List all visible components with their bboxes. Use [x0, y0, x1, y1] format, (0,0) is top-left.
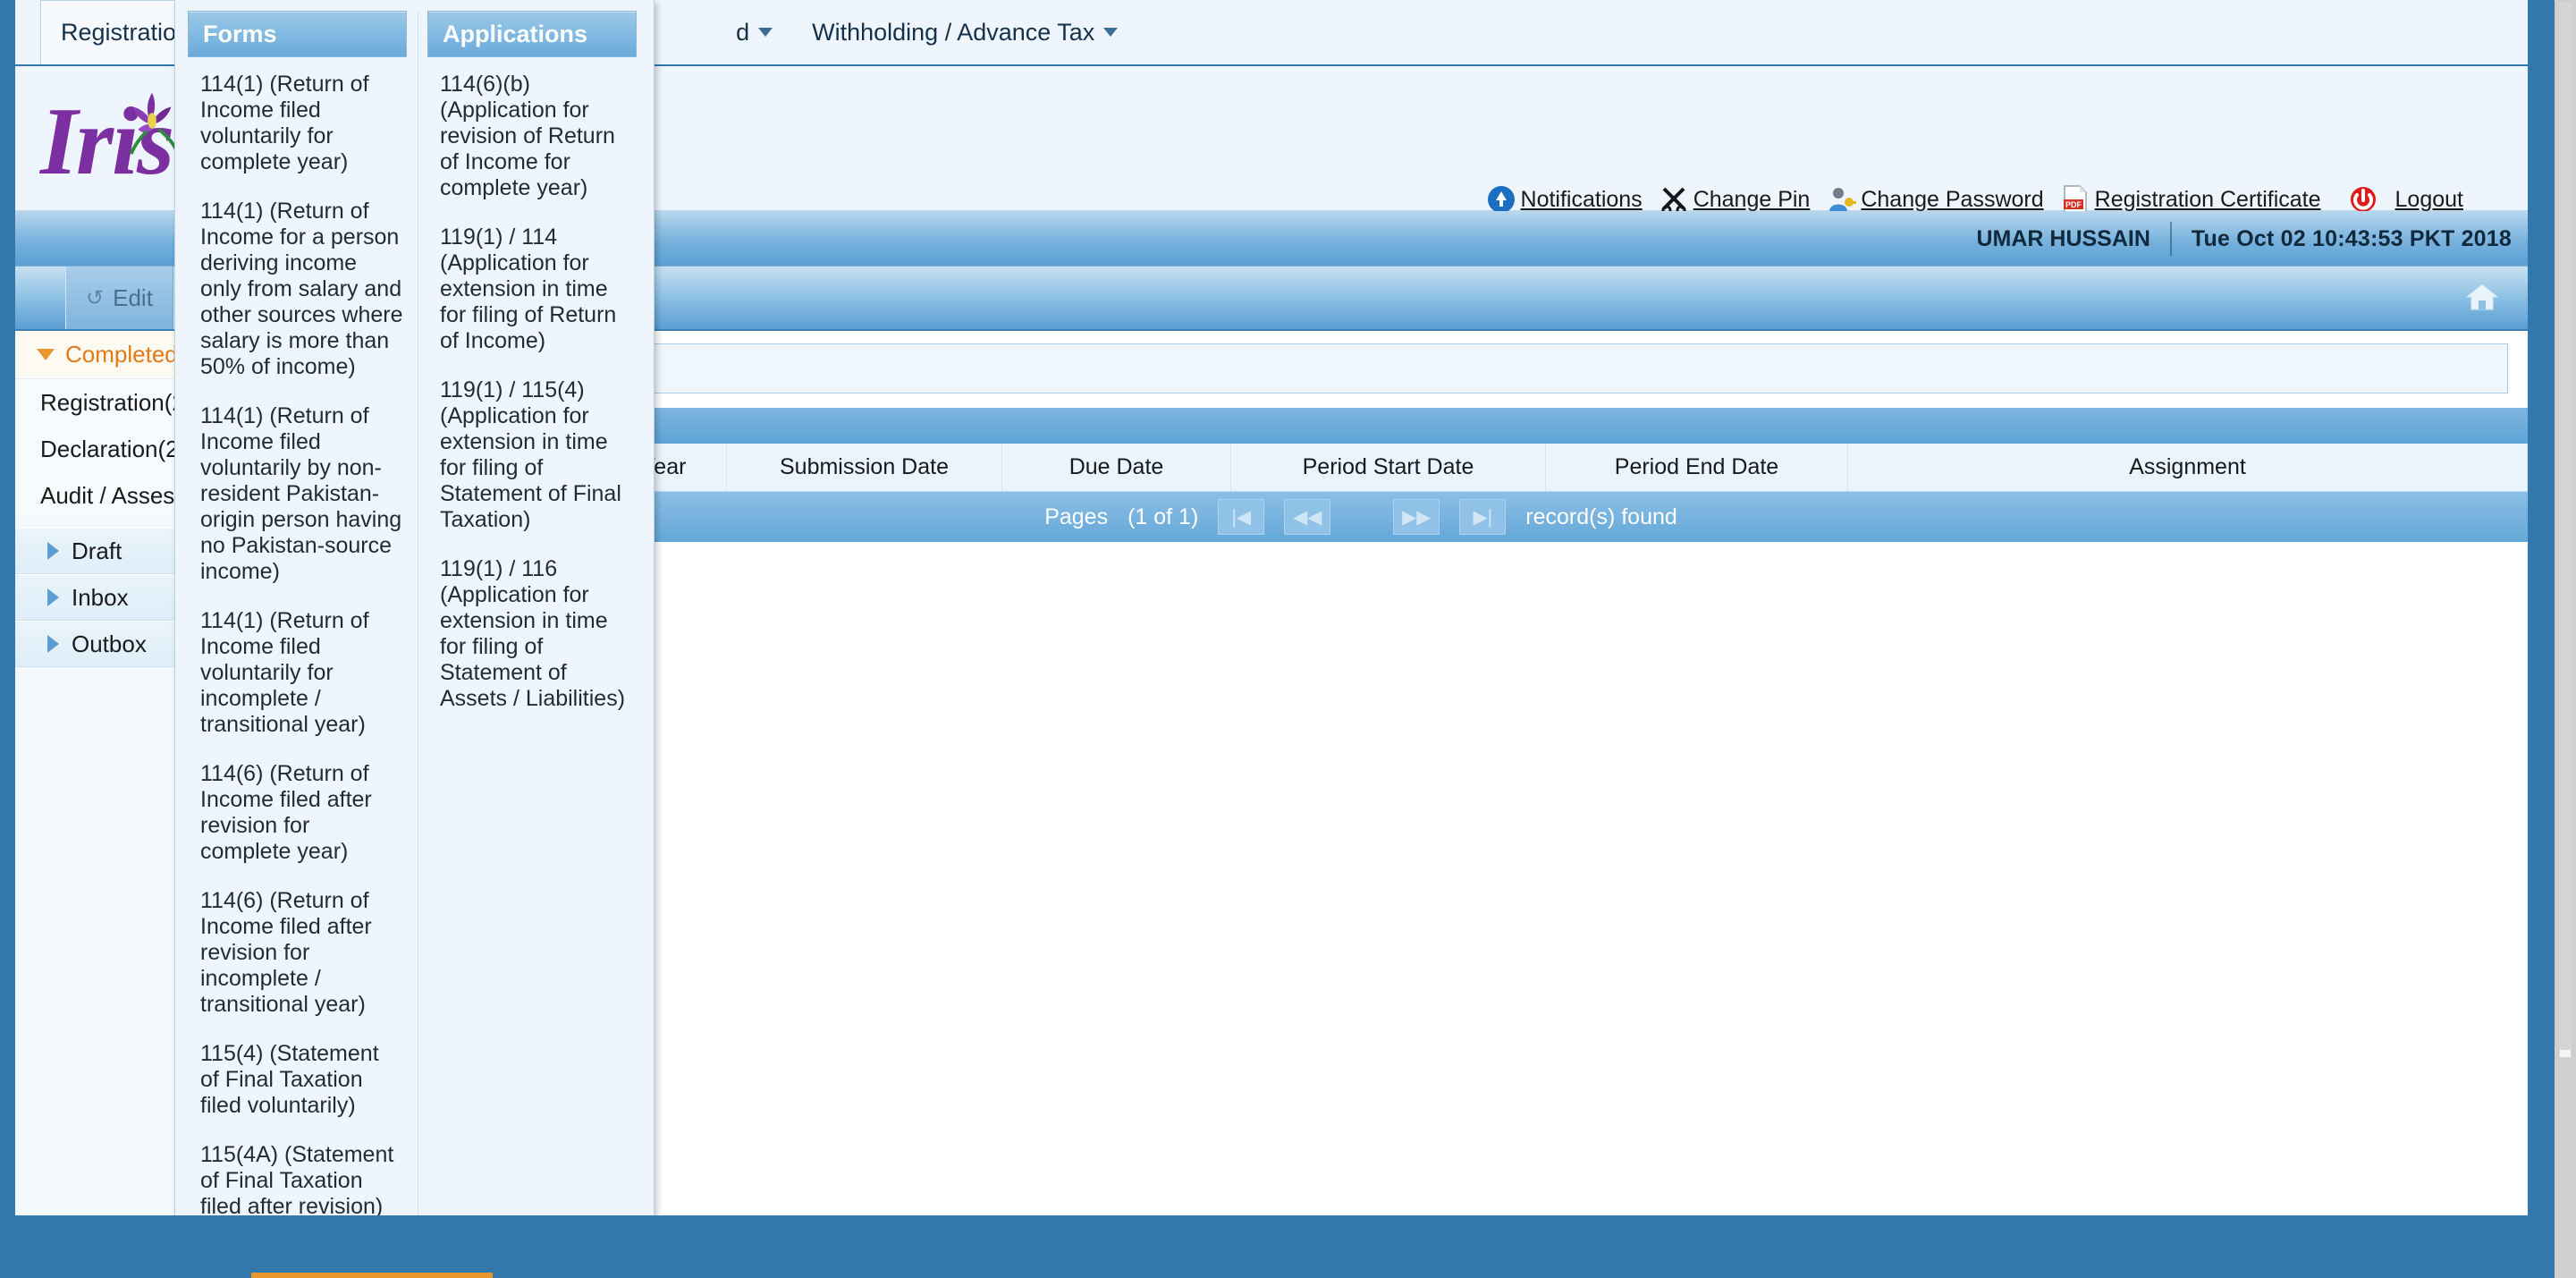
- sidebar-node-draft[interactable]: Draft: [15, 528, 193, 574]
- menu-link-form[interactable]: 114(1) (Return of Income filed voluntari…: [200, 608, 403, 738]
- registration-dropdown-menu: Forms 114(1) (Return of Income filed vol…: [174, 0, 655, 1215]
- pdf-icon: PDF: [2060, 184, 2090, 215]
- sidebar-item-label: Declaration(2): [40, 435, 187, 462]
- menu-item-registration-label: Registration: [61, 19, 190, 46]
- menu-link-form[interactable]: 114(1) (Return of Income filed voluntari…: [200, 72, 403, 175]
- scissors-icon: [1659, 184, 1689, 216]
- left-sidebar: Completed Ta Registration(2) Declaration…: [15, 331, 218, 1215]
- pager-page-of: (1 of 1): [1128, 504, 1199, 529]
- grid-col-assignment[interactable]: Assignment: [1848, 444, 2528, 491]
- menu-link-application[interactable]: 119(1) / 116 (Application for extension …: [440, 556, 633, 712]
- pager-prev-button[interactable]: ◀◀: [1284, 499, 1331, 535]
- user-name: UMAR HUSSAIN: [1976, 225, 2150, 251]
- window-left-frame: [0, 0, 15, 1278]
- grid-col-label: Submission Date: [780, 454, 949, 479]
- triangle-right-icon: [47, 635, 59, 653]
- footer-accent-bar: [251, 1273, 493, 1278]
- grid-col-submission-date[interactable]: Submission Date: [727, 444, 1002, 491]
- svg-text:PDF: PDF: [2065, 200, 2082, 209]
- app-window: Registration d Withholding / Advance Tax…: [15, 0, 2528, 1215]
- pager-records-found: record(s) found: [1525, 504, 1677, 529]
- pager-pages-label: Pages: [1044, 504, 1109, 529]
- menu-item-declaration[interactable]: d: [716, 0, 792, 64]
- chevron-down-icon: [1103, 28, 1119, 37]
- dropdown-forms-title: Forms: [188, 11, 407, 57]
- change-pin-label: Change Pin: [1693, 186, 1811, 212]
- page-scrollbar-thumb[interactable]: [2560, 4, 2571, 1050]
- sidebar-group-completed-tasks[interactable]: Completed Ta: [15, 331, 208, 379]
- menu-item-withholding[interactable]: Withholding / Advance Tax: [792, 0, 1137, 64]
- notifications-link[interactable]: Notifications: [1486, 184, 1643, 215]
- sidebar-item-label: Registration(2): [40, 388, 193, 416]
- grid-col-period-end-date[interactable]: Period End Date: [1546, 444, 1848, 491]
- sidebar-item-registration[interactable]: Registration(2): [15, 379, 193, 426]
- pager-first-button[interactable]: |◀: [1218, 499, 1265, 535]
- triangle-right-icon: [47, 542, 59, 560]
- home-icon[interactable]: [2463, 279, 2501, 317]
- change-password-label: Change Password: [1861, 186, 2044, 212]
- bell-icon: [1486, 184, 1516, 215]
- change-password-link[interactable]: Change Password: [1826, 184, 2044, 215]
- registration-certificate-link[interactable]: PDF Registration Certificate: [2060, 184, 2321, 215]
- sidebar-node-label: Draft: [72, 537, 122, 564]
- menu-link-form[interactable]: 114(1) (Return of Income for a person de…: [200, 199, 403, 380]
- menu-link-application[interactable]: 119(1) / 114 (Application for extension …: [440, 224, 633, 354]
- grid-col-due-date[interactable]: Due Date: [1002, 444, 1231, 491]
- grid-col-label: Period Start Date: [1302, 454, 1474, 479]
- sidebar-node-label: Outbox: [72, 630, 147, 657]
- menu-link-form[interactable]: 114(1) (Return of Income filed voluntari…: [200, 403, 403, 585]
- header-actions: Notifications Change Pin Change Password…: [1486, 184, 2478, 216]
- edit-button-label: Edit: [113, 284, 153, 311]
- pager-next-button[interactable]: ▶▶: [1393, 499, 1440, 535]
- power-icon: [2348, 184, 2378, 215]
- grid-col-label: Assignment: [2129, 454, 2246, 479]
- triangle-down-icon: [37, 349, 55, 360]
- menu-item-withholding-label: Withholding / Advance Tax: [812, 18, 1095, 46]
- menu-link-form[interactable]: 114(6) (Return of Income filed after rev…: [200, 888, 403, 1018]
- page-scrollbar[interactable]: [2559, 3, 2572, 1058]
- sidebar-item-audit-assessment[interactable]: Audit / Assessme: [15, 472, 218, 519]
- grid-col-label: Period End Date: [1614, 454, 1779, 479]
- server-datetime: Tue Oct 02 10:43:53 PKT 2018: [2191, 225, 2512, 251]
- menu-link-application[interactable]: 114(6)(b) (Application for revision of R…: [440, 72, 633, 201]
- chevron-down-icon: [758, 28, 773, 37]
- dropdown-applications-title: Applications: [427, 11, 637, 57]
- edit-button[interactable]: ↺ Edit: [65, 267, 173, 329]
- sidebar-node-outbox[interactable]: Outbox: [15, 621, 193, 667]
- menu-link-application[interactable]: 119(1) / 115(4) (Application for extensi…: [440, 377, 633, 533]
- dropdown-column-applications: Applications 114(6)(b) (Application for …: [418, 11, 637, 1215]
- sidebar-node-inbox[interactable]: Inbox: [15, 574, 193, 621]
- page-footer: [15, 1215, 2528, 1278]
- logout-label: Logout: [2394, 186, 2463, 212]
- page-scroll-gutter: [2555, 0, 2576, 1278]
- menu-link-form[interactable]: 115(4A) (Statement of Final Taxation fil…: [200, 1142, 403, 1215]
- notifications-label: Notifications: [1520, 186, 1643, 212]
- menu-link-form[interactable]: 114(6) (Return of Income filed after rev…: [200, 761, 403, 865]
- change-pin-link[interactable]: Change Pin: [1659, 184, 1811, 216]
- menu-item-declaration-label: d: [736, 18, 750, 46]
- user-key-icon: [1826, 184, 1857, 215]
- window-right-frame: [2528, 0, 2555, 1278]
- pager-last-button[interactable]: ▶|: [1459, 499, 1507, 535]
- sidebar-item-declaration[interactable]: Declaration(2): [15, 426, 193, 472]
- triangle-right-icon: [47, 588, 59, 606]
- grid-col-label: Due Date: [1068, 454, 1164, 479]
- refresh-icon: ↺: [86, 285, 105, 310]
- dropdown-forms-list: 114(1) (Return of Income filed voluntari…: [188, 57, 407, 1215]
- dropdown-applications-list: 114(6)(b) (Application for revision of R…: [427, 57, 637, 712]
- registration-certificate-label: Registration Certificate: [2094, 186, 2321, 212]
- logout-link[interactable]: Logout: [2348, 184, 2463, 215]
- menu-link-form[interactable]: 115(4) (Statement of Final Taxation file…: [200, 1041, 403, 1119]
- sidebar-node-label: Inbox: [72, 583, 129, 611]
- grid-col-period-start-date[interactable]: Period Start Date: [1231, 444, 1546, 491]
- app-root: Registration d Withholding / Advance Tax…: [0, 0, 2576, 1278]
- divider: [2169, 222, 2172, 256]
- dropdown-column-forms: Forms 114(1) (Return of Income filed vol…: [188, 11, 407, 1215]
